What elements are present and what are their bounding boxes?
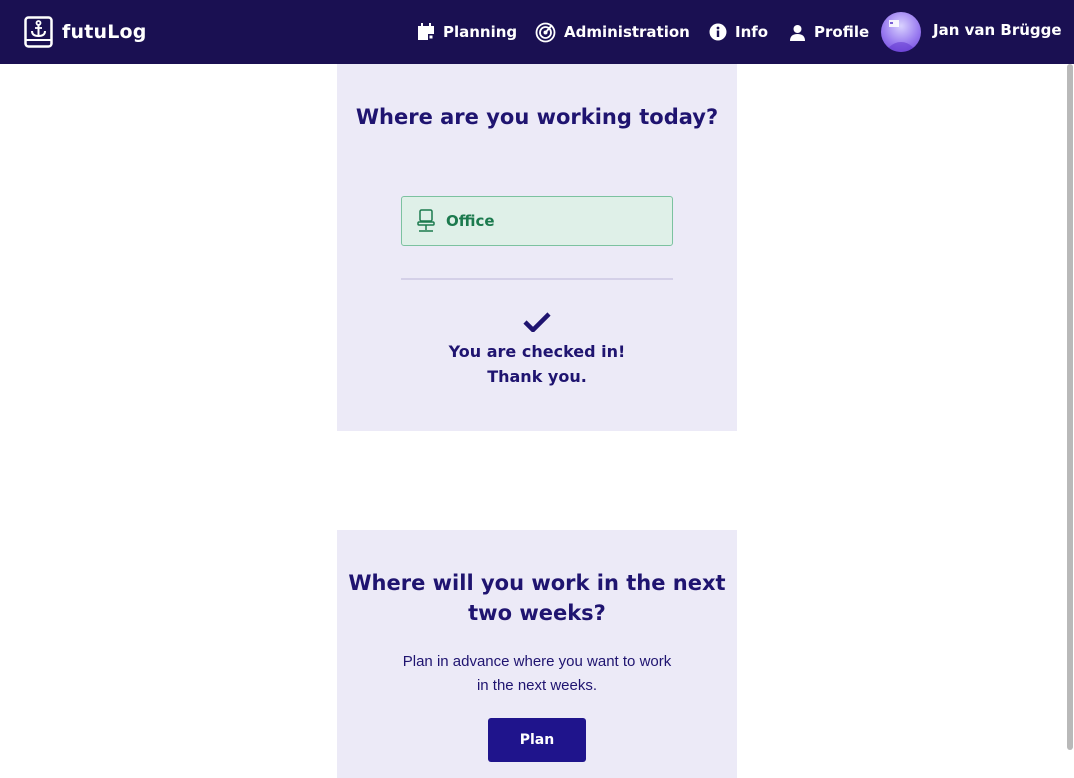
- profile-icon: [790, 24, 805, 41]
- page-scrollbar[interactable]: [1066, 64, 1074, 750]
- app-name: futuLog: [62, 21, 147, 43]
- user-name[interactable]: Jan van Brügge: [933, 21, 1062, 39]
- checkin-status: You are checked in! Thank you.: [337, 339, 737, 389]
- nav-info-label: Info: [735, 23, 769, 41]
- planning-description: Plan in advance where you want to work i…: [402, 653, 672, 694]
- info-icon: [709, 23, 727, 41]
- office-chair-icon: [417, 209, 435, 232]
- nav-profile-label: Profile: [814, 23, 870, 41]
- plan-button[interactable]: Plan: [488, 718, 586, 762]
- checkmark-icon: [523, 312, 551, 332]
- nav-planning[interactable]: Planning: [417, 19, 517, 45]
- nav-profile[interactable]: Profile: [789, 19, 869, 45]
- nav-administration[interactable]: Administration: [535, 19, 690, 45]
- nav-info[interactable]: Info: [709, 19, 768, 45]
- app-logo[interactable]: futuLog: [24, 16, 147, 48]
- anchor-book-icon: [24, 16, 53, 48]
- calendar-icon: [418, 23, 434, 40]
- checkin-title: Where are you working today?: [355, 105, 719, 129]
- checkin-status-line2: Thank you.: [487, 367, 587, 386]
- scrollbar-thumb[interactable]: [1067, 64, 1073, 750]
- planning-card: Where will you work in the next two week…: [337, 530, 737, 778]
- planning-title: Where will you work in the next two week…: [348, 571, 726, 625]
- nav-administration-label: Administration: [564, 23, 690, 41]
- top-navbar: futuLog Planning Administration Info Pro…: [0, 0, 1074, 64]
- nav-planning-label: Planning: [443, 23, 518, 41]
- avatar[interactable]: [881, 12, 921, 52]
- divider: [401, 278, 673, 280]
- admin-icon: [535, 22, 556, 42]
- avatar-image-icon: [886, 20, 916, 52]
- checkin-card: Where are you working today? Office You …: [337, 64, 737, 431]
- office-location-option[interactable]: Office: [401, 196, 673, 246]
- checkin-status-line1: You are checked in!: [448, 342, 626, 361]
- office-label: Office: [446, 212, 495, 230]
